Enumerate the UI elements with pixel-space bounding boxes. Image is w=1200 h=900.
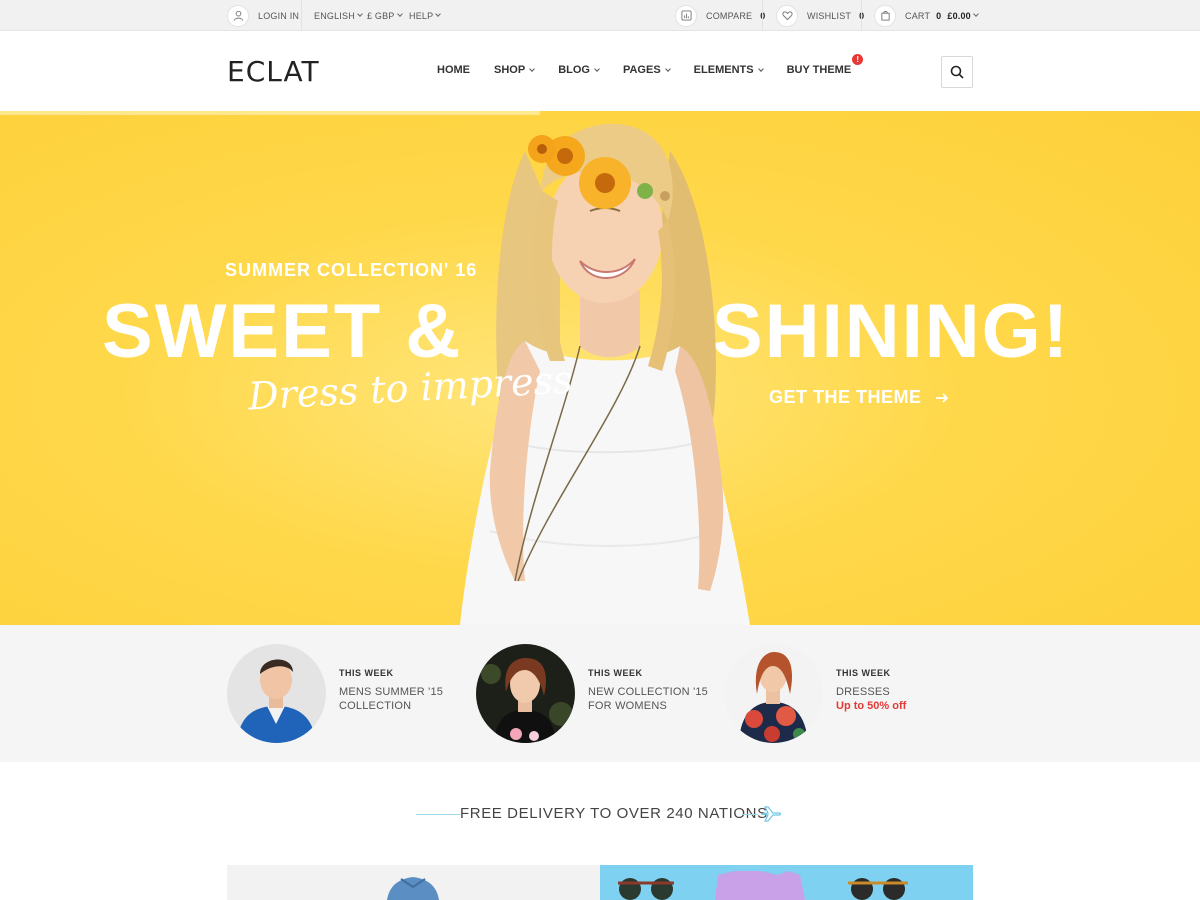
chevron-down-icon [435, 11, 442, 17]
language-select[interactable]: ENGLISH [314, 0, 363, 31]
chevron-down-icon [396, 11, 403, 17]
user-icon [227, 4, 249, 27]
cart-label: CART [905, 10, 931, 21]
shopping-bag-icon [874, 4, 896, 27]
promo-line: MENS SUMMER '15 [339, 686, 444, 698]
free-delivery-banner: FREE DELIVERY TO OVER 240 NATIONS [416, 805, 782, 825]
nav-label: HOME [437, 64, 470, 76]
nav-buy-theme[interactable]: BUY THEME! [786, 54, 864, 76]
main-header: ECLAT HOME SHOP BLOG PAGES ELEMENTS BUY … [0, 31, 1200, 111]
accessories-image [618, 871, 908, 900]
category-banner-right[interactable] [600, 865, 973, 900]
nav-label: BUY THEME [786, 64, 852, 76]
promo-line: FOR WOMENS [588, 700, 667, 712]
chevron-down-icon [529, 65, 536, 72]
promo-kicker: THIS WEEK [339, 668, 394, 678]
promo-text: THIS WEEK MENS SUMMER '15 COLLECTION [339, 668, 443, 713]
wishlist-label: WISHLIST [807, 10, 852, 21]
free-delivery-text: FREE DELIVERY TO OVER 240 NATIONS [460, 805, 768, 822]
currency-select[interactable]: £ GBP [367, 0, 403, 31]
nav-label: PAGES [622, 64, 661, 76]
search-icon [950, 65, 964, 79]
divider [762, 0, 763, 31]
denim-jacket-image [387, 877, 439, 900]
wishlist-link[interactable]: WISHLIST 0 [776, 0, 864, 31]
divider [742, 814, 758, 815]
cta-label: GET THE THEME [769, 387, 922, 407]
arrow-right-icon [935, 392, 948, 403]
nav-blog[interactable]: BLOG [558, 64, 600, 76]
chevron-down-icon [664, 65, 671, 72]
main-nav: HOME SHOP BLOG PAGES ELEMENTS BUY THEME! [437, 54, 875, 76]
compare-link[interactable]: COMPARE 0 [675, 0, 765, 31]
get-theme-button[interactable]: GET THE THEME [769, 387, 950, 408]
promo-new-collection[interactable]: THIS WEEK NEW COLLECTION '15 FOR WOMENS [476, 644, 708, 743]
nav-pages[interactable]: PAGES [622, 64, 671, 76]
currency-label: £ GBP [367, 10, 395, 21]
nav-shop[interactable]: SHOP [494, 64, 536, 76]
heart-icon [776, 4, 798, 27]
chevron-down-icon [757, 65, 764, 72]
promo-strip: THIS WEEK MENS SUMMER '15 COLLECTION THI… [0, 625, 1200, 762]
compare-label: COMPARE [706, 10, 753, 21]
hero-title-left: SWEET & [102, 289, 463, 374]
search-button[interactable] [941, 56, 973, 88]
nav-elements[interactable]: ELEMENTS [693, 64, 764, 76]
cart-link[interactable]: CART 0 £0.00 [874, 0, 979, 31]
airplane-icon [760, 806, 782, 822]
alert-badge: ! [852, 54, 864, 65]
cart-total: £0.00 [947, 10, 971, 21]
chevron-down-icon [357, 11, 363, 17]
nav-label: ELEMENTS [693, 64, 754, 76]
divider [861, 0, 862, 31]
promo-line: NEW COLLECTION '15 [588, 686, 709, 698]
chevron-down-icon [594, 65, 600, 72]
language-label: ENGLISH [314, 10, 355, 21]
promo-image-dresses [724, 644, 823, 743]
nav-home[interactable]: HOME [437, 64, 470, 76]
help-label: HELP [409, 10, 434, 21]
promo-dresses[interactable]: THIS WEEK DRESSES Up to 50% off [724, 644, 906, 743]
promo-mens-summer[interactable]: THIS WEEK MENS SUMMER '15 COLLECTION [227, 644, 443, 743]
promo-image-men [227, 644, 326, 743]
site-logo[interactable]: ECLAT [227, 55, 320, 88]
category-banner-left[interactable] [227, 865, 600, 900]
divider [301, 0, 302, 31]
promo-text: THIS WEEK DRESSES Up to 50% off [836, 668, 906, 713]
divider [416, 814, 460, 815]
promo-line: DRESSES [836, 686, 890, 698]
compare-icon [675, 4, 697, 27]
cart-count: 0 [936, 10, 942, 21]
help-menu[interactable]: HELP [409, 0, 442, 31]
promo-line: COLLECTION [339, 700, 412, 712]
chevron-down-icon [973, 11, 979, 17]
login-link[interactable]: LOGIN IN [227, 0, 299, 31]
nav-label: BLOG [558, 64, 590, 76]
promo-text: THIS WEEK NEW COLLECTION '15 FOR WOMENS [588, 668, 708, 713]
promo-sale-label: Up to 50% off [836, 700, 907, 712]
promo-kicker: THIS WEEK [836, 668, 891, 678]
promo-kicker: THIS WEEK [588, 668, 643, 678]
login-label: LOGIN IN [258, 10, 300, 21]
promo-image-women [476, 644, 575, 743]
top-bar: LOGIN IN ENGLISH £ GBP HELP COMPARE 0 WI… [0, 0, 1200, 31]
hero-slider: SUMMER COLLECTION' 16 SWEET & SHINING! D… [0, 111, 1200, 625]
nav-label: SHOP [494, 64, 526, 76]
